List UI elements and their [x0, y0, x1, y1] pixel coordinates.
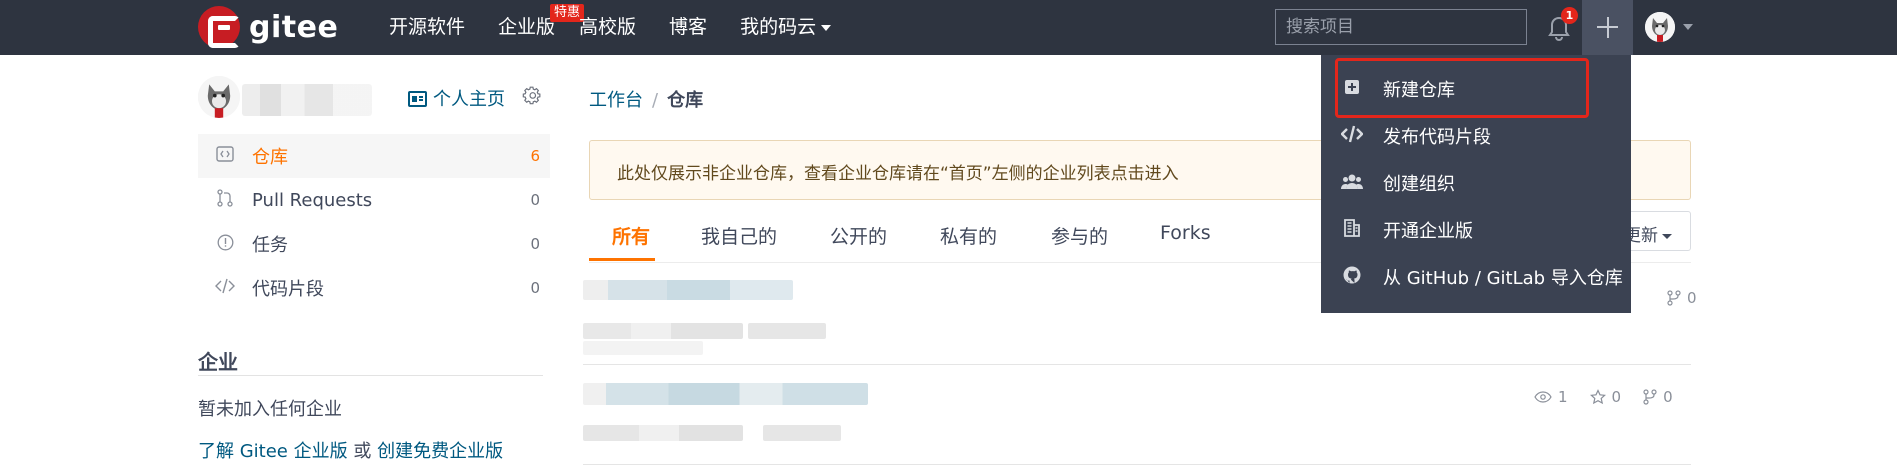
- sidebar-item-label: 代码片段: [252, 279, 324, 300]
- id-card-icon: [408, 91, 427, 107]
- tab-participated[interactable]: 参与的: [1051, 222, 1108, 249]
- gear-icon[interactable]: [522, 86, 543, 107]
- learn-enterprise-link[interactable]: 了解 Gitee 企业版: [198, 441, 348, 462]
- blurred-repo-meta: [748, 323, 826, 339]
- enterprise-divider: [198, 375, 543, 376]
- sidebar-item-repos[interactable]: 仓库 6: [198, 134, 550, 178]
- enterprise-section-title: 企业: [198, 350, 238, 374]
- sidebar-item-label: 仓库: [252, 147, 288, 168]
- main-nav: 开源软件 企业版 特惠 高校版 博客 我的码云: [389, 0, 864, 55]
- nav-enterprise[interactable]: 企业版 特惠: [498, 0, 585, 55]
- github-icon: [1321, 266, 1383, 288]
- repo-list-item[interactable]: 1 0 0: [583, 365, 1691, 465]
- issue-icon: [198, 234, 252, 255]
- sidebar-menu: 仓库 6 Pull Requests 0 任务 0 代码片段 0: [198, 134, 550, 310]
- create-dropdown-menu: 新建仓库 发布代码片段 创建组织 开通企业版 从 GitHub / GitLab…: [1321, 55, 1631, 313]
- sidebar-item-count: 6: [530, 147, 540, 165]
- avatar-chevron-down-icon[interactable]: [1683, 24, 1693, 30]
- fork-icon: [1667, 290, 1681, 306]
- menu-open-enterprise-label: 开通企业版: [1383, 220, 1473, 242]
- menu-publish-snippet[interactable]: 发布代码片段: [1321, 112, 1631, 159]
- or-text: 或: [353, 441, 372, 462]
- blurred-repo-name: [583, 383, 868, 405]
- breadcrumb-separator: /: [652, 90, 659, 111]
- profile-header: 个人主页: [198, 76, 550, 118]
- sidebar-item-count: 0: [530, 191, 540, 209]
- nav-blog[interactable]: 博客: [669, 0, 707, 55]
- sidebar-item-pull-requests[interactable]: Pull Requests 0: [198, 178, 550, 222]
- code-icon: [1321, 125, 1383, 147]
- plus-square-icon: [1321, 79, 1383, 99]
- menu-create-org[interactable]: 创建组织: [1321, 159, 1631, 206]
- tab-forks[interactable]: Forks: [1160, 222, 1211, 244]
- personal-homepage-link[interactable]: 个人主页: [408, 85, 505, 111]
- nav-my-gitee[interactable]: 我的码云: [740, 0, 832, 55]
- pull-request-icon: [198, 189, 252, 211]
- blurred-repo-meta: [583, 323, 743, 339]
- watch-count[interactable]: 1: [1534, 388, 1568, 406]
- tab-private[interactable]: 私有的: [940, 222, 997, 249]
- sidebar-item-count: 0: [530, 279, 540, 297]
- nav-education[interactable]: 高校版: [579, 0, 636, 55]
- sidebar-item-snippets[interactable]: 代码片段 0: [198, 266, 550, 310]
- sidebar-item-label: Pull Requests: [252, 189, 373, 211]
- blurred-repo-meta: [583, 425, 743, 441]
- repo-stats: 0: [1653, 289, 1697, 307]
- tab-mine[interactable]: 我自己的: [701, 222, 777, 249]
- enterprise-empty-text: 暂未加入任何企业: [198, 399, 342, 420]
- menu-import-repo-label: 从 GitHub / GitLab 导入仓库: [1383, 267, 1623, 289]
- gitee-logo[interactable]: gitee: [198, 6, 338, 48]
- active-tab-underline: [589, 258, 655, 261]
- chevron-down-icon: [821, 24, 832, 31]
- fork-count[interactable]: 0: [1643, 388, 1673, 406]
- avatar-dog-icon: [1645, 12, 1675, 42]
- search-input[interactable]: [1275, 9, 1527, 45]
- nav-open-source[interactable]: 开源软件: [389, 0, 465, 55]
- profile-avatar[interactable]: [198, 76, 240, 118]
- blurred-username: [242, 84, 372, 116]
- tab-public[interactable]: 公开的: [830, 222, 887, 249]
- notifications-button[interactable]: 1: [1545, 7, 1578, 44]
- sidebar-item-issues[interactable]: 任务 0: [198, 222, 550, 266]
- menu-open-enterprise[interactable]: 开通企业版: [1321, 206, 1631, 253]
- fork-count[interactable]: 0: [1667, 289, 1697, 307]
- sidebar-item-count: 0: [530, 235, 540, 253]
- enterprise-links: 了解 Gitee 企业版 或 创建免费企业版: [198, 437, 503, 463]
- notification-badge: 1: [1561, 7, 1578, 24]
- menu-import-repo[interactable]: 从 GitHub / GitLab 导入仓库: [1321, 253, 1631, 300]
- menu-new-repo[interactable]: 新建仓库: [1321, 65, 1631, 112]
- menu-publish-snippet-label: 发布代码片段: [1383, 126, 1491, 148]
- building-icon: [1321, 218, 1383, 241]
- group-icon: [1321, 173, 1383, 193]
- repo-icon: [198, 146, 252, 166]
- create-plus-button[interactable]: [1582, 0, 1633, 55]
- menu-create-org-label: 创建组织: [1383, 173, 1455, 195]
- avatar-dog-icon: [198, 76, 240, 118]
- logo-text: gitee: [249, 9, 339, 45]
- sidebar-item-label: 任务: [252, 235, 288, 256]
- code-icon: [198, 278, 252, 298]
- eye-icon: [1534, 391, 1552, 403]
- repo-stats: 1 0 0: [1520, 388, 1673, 406]
- blurred-repo-meta: [583, 341, 703, 355]
- user-avatar[interactable]: [1645, 12, 1675, 42]
- create-enterprise-link[interactable]: 创建免费企业版: [377, 441, 503, 462]
- star-icon: [1589, 389, 1606, 405]
- top-navbar: gitee 开源软件 企业版 特惠 高校版 博客 我的码云 1: [0, 0, 1897, 55]
- tab-all[interactable]: 所有: [612, 222, 650, 249]
- menu-new-repo-label: 新建仓库: [1383, 79, 1455, 101]
- repo-divider: [583, 464, 1691, 465]
- breadcrumb-workbench[interactable]: 工作台: [589, 90, 643, 111]
- breadcrumb: 工作台 / 仓库: [589, 86, 703, 112]
- star-count[interactable]: 0: [1589, 388, 1621, 406]
- fork-icon: [1643, 389, 1657, 405]
- gitee-logo-icon: [198, 6, 240, 48]
- breadcrumb-current: 仓库: [667, 90, 704, 111]
- blurred-repo-meta: [763, 425, 841, 441]
- blurred-repo-name: [583, 280, 793, 300]
